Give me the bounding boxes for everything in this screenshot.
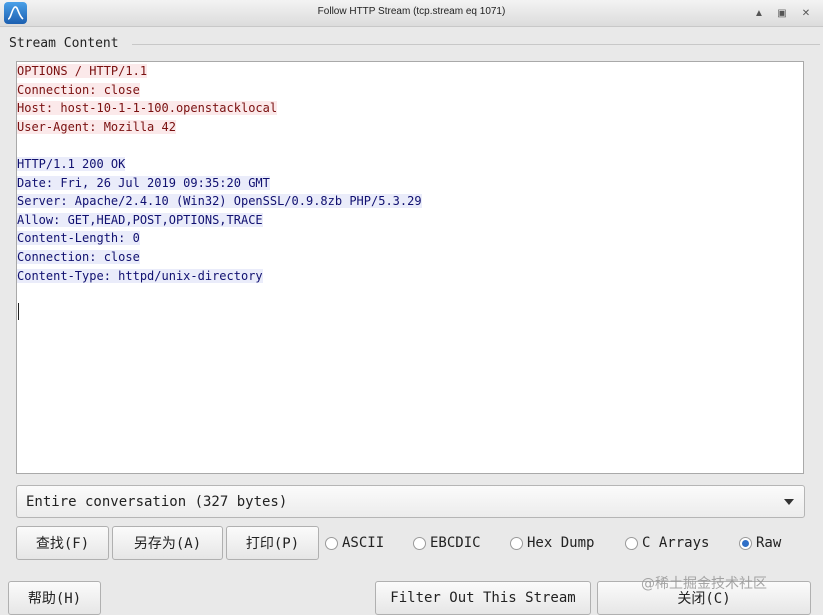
title-bar: Follow HTTP Stream (tcp.stream eq 1071) … — [0, 0, 823, 27]
format-radio-c-arrays[interactable]: C Arrays — [625, 534, 709, 552]
stream-line-text: Server: Apache/2.4.10 (Win32) OpenSSL/0.… — [17, 194, 422, 209]
stream-line-text: Connection: close — [17, 249, 140, 264]
print-button[interactable]: 打印(P) — [226, 526, 319, 560]
stream-line-text: Host: host-10-1-1-100.openstacklocal — [17, 101, 278, 116]
maximize-icon[interactable]: ▣ — [774, 5, 790, 21]
format-radio-hex-dump[interactable]: Hex Dump — [510, 534, 594, 552]
stream-line-text: Date: Fri, 26 Jul 2019 09:35:20 GMT — [17, 175, 270, 190]
client-stream-line: User-Agent: Mozilla 42 — [17, 118, 422, 137]
stream-lines: OPTIONS / HTTP/1.1 Connection: close Host:… — [17, 62, 422, 285]
group-divider — [132, 44, 820, 45]
radio-icon — [625, 536, 638, 550]
conversation-select[interactable]: Entire conversation (327 bytes) — [16, 485, 805, 518]
watermark: @稀土掘金技术社区 — [641, 576, 767, 592]
client-stream-line: Connection: close — [17, 81, 422, 100]
stream-line-text: Allow: GET,HEAD,POST,OPTIONS,TRACE — [17, 212, 263, 227]
stream-line-text: Connection: close — [17, 82, 140, 97]
format-label-ebcdic: EBCDIC — [430, 535, 481, 551]
server-stream-line: Allow: GET,HEAD,POST,OPTIONS,TRACE — [17, 211, 422, 230]
client-stream-line: OPTIONS / HTTP/1.1 — [17, 62, 422, 81]
server-stream-line: Content-Length: 0 — [17, 229, 422, 248]
client-stream-line: Host: host-10-1-1-100.openstacklocal — [17, 99, 422, 118]
format-radio-ebcdic[interactable]: EBCDIC — [413, 534, 481, 552]
format-label-c-arrays: C Arrays — [642, 535, 710, 551]
chevron-down-icon — [784, 499, 794, 505]
server-stream-line: Server: Apache/2.4.10 (Win32) OpenSSL/0.… — [17, 192, 422, 211]
stream-line-text: HTTP/1.1 200 OK — [17, 156, 126, 171]
server-stream-line: Connection: close — [17, 248, 422, 267]
radio-icon — [413, 536, 426, 550]
radio-icon — [739, 536, 752, 550]
format-radio-raw[interactable]: Raw — [739, 534, 781, 552]
text-caret — [18, 303, 19, 320]
stream-line-text: Content-Length: 0 — [17, 231, 140, 246]
window-title: Follow HTTP Stream (tcp.stream eq 1071) — [317, 6, 506, 17]
radio-icon — [325, 536, 338, 550]
format-label-hex-dump: Hex Dump — [527, 535, 595, 551]
find-button[interactable]: 查找(F) — [16, 526, 109, 560]
format-label-ascii: ASCII — [342, 535, 385, 551]
server-stream-line: HTTP/1.1 200 OK — [17, 155, 422, 174]
server-stream-line: Content-Type: httpd/unix-directory — [17, 267, 422, 286]
radio-icon — [510, 536, 523, 550]
stream-blank-line — [17, 136, 422, 155]
format-label-raw: Raw — [756, 535, 782, 551]
filter-out-stream-button[interactable]: Filter Out This Stream — [375, 581, 591, 615]
stream-content-text[interactable]: OPTIONS / HTTP/1.1 Connection: close Host:… — [16, 61, 804, 474]
minimize-icon[interactable]: ▲ — [751, 5, 767, 21]
conversation-select-value: Entire conversation (327 bytes) — [26, 494, 288, 510]
close-window-icon[interactable]: ✕ — [798, 5, 814, 21]
help-button[interactable]: 帮助(H) — [8, 581, 101, 615]
stream-line-text: User-Agent: Mozilla 42 — [17, 119, 176, 134]
save-as-button[interactable]: 另存为(A) — [112, 526, 223, 560]
format-radio-ascii[interactable]: ASCII — [325, 534, 384, 552]
stream-line-text: OPTIONS / HTTP/1.1 — [17, 64, 148, 78]
server-stream-line: Date: Fri, 26 Jul 2019 09:35:20 GMT — [17, 174, 422, 193]
stream-line-text: Content-Type: httpd/unix-directory — [17, 268, 263, 283]
stream-content-label: Stream Content — [9, 36, 121, 51]
